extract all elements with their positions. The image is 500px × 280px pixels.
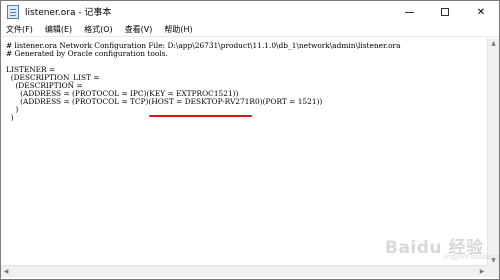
maximize-button[interactable] — [427, 1, 463, 23]
notepad-icon — [7, 5, 19, 19]
scroll-left-icon[interactable]: ◀ — [1, 266, 11, 277]
watermark-url: jingyan.baidu.com — [443, 253, 499, 261]
scrollbar-corner — [487, 265, 499, 277]
baidu-watermark: Baidu 经验 jingyan.baidu.com — [385, 233, 499, 263]
text-editor-area[interactable]: # listener.ora Network Configuration Fil… — [1, 38, 487, 265]
close-icon: ✕ — [476, 6, 486, 18]
close-button[interactable]: ✕ — [463, 1, 499, 23]
horizontal-scrollbar[interactable]: ◀ ▶ — [1, 265, 487, 277]
notepad-window: listener.ora - 记事本 ✕ 文件(F) 编辑(E) 格式(O) 查… — [0, 0, 500, 280]
menu-format[interactable]: 格式(O) — [83, 24, 114, 35]
menu-file[interactable]: 文件(F) — [5, 24, 34, 35]
window-title: listener.ora - 记事本 — [25, 8, 112, 18]
menu-bar: 文件(F) 编辑(E) 格式(O) 查看(V) 帮助(H) — [1, 23, 499, 37]
scroll-up-icon[interactable]: ▲ — [488, 38, 499, 48]
minimize-button[interactable] — [391, 1, 427, 23]
scroll-right-icon[interactable]: ▶ — [477, 266, 487, 277]
red-underline-annotation — [149, 115, 252, 117]
menu-help[interactable]: 帮助(H) — [163, 24, 193, 35]
vertical-scrollbar[interactable]: ▲ ▼ — [487, 38, 499, 265]
menu-edit[interactable]: 编辑(E) — [44, 24, 73, 35]
editor-line: (ADDRESS = (PROTOCOL = TCP)(HOST = DESKT… — [6, 97, 323, 106]
editor-line: # Generated by Oracle configuration tool… — [6, 49, 168, 58]
editor-line: ) — [6, 113, 14, 122]
maximize-icon — [441, 8, 449, 16]
minimize-icon — [404, 11, 414, 13]
title-bar[interactable]: listener.ora - 记事本 ✕ — [1, 1, 499, 23]
menu-view[interactable]: 查看(V) — [124, 24, 154, 35]
